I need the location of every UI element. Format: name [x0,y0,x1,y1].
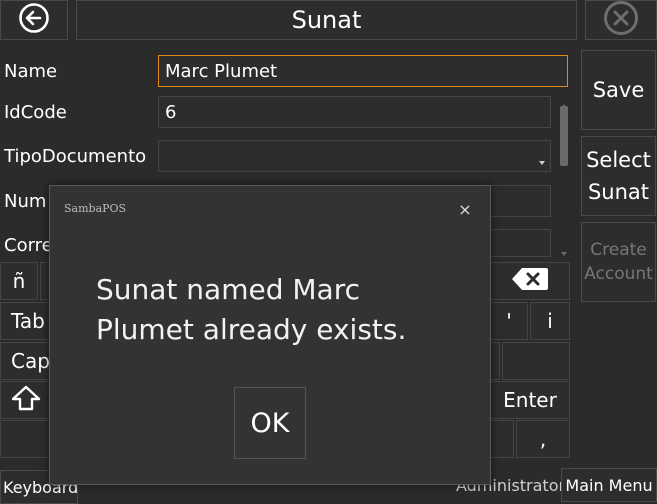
key-comma[interactable]: , [516,420,570,458]
key-apostrophe-label: ' [506,309,512,333]
save-button[interactable]: Save [581,50,656,130]
key-comma-label: , [539,427,547,451]
back-arrow-icon [18,2,50,38]
error-dialog: SambaPOS × Sunat named Marc Plumet alrea… [49,185,491,485]
key-blank-bottom[interactable] [490,420,514,458]
idcode-field[interactable]: 6 [158,96,551,128]
num-label: Num [4,191,47,212]
key-n-tilde-label: ñ [12,269,26,293]
scroll-thumb[interactable] [560,106,568,166]
dialog-close-button[interactable]: × [455,200,475,220]
dialog-message: Sunat named Marc Plumet already exists. [96,273,407,346]
page-title-text: Sunat [291,6,362,34]
tipodocumento-label: TipoDocumento [4,146,147,167]
name-field-value: Marc Plumet [165,60,278,82]
create-account-button-label: Create Account [584,240,653,284]
scroll-up-arrow-icon[interactable] [561,94,567,108]
backspace-icon [510,266,550,297]
key-blank-left[interactable] [0,420,52,458]
idcode-field-value: 6 [165,101,177,123]
select-sunat-button[interactable]: Select Sunat [581,136,656,216]
name-label: Name [4,61,58,82]
shift-arrow-icon [11,385,41,416]
dialog-ok-label: OK [250,407,290,439]
key-i[interactable]: i [530,302,570,340]
back-button[interactable] [0,0,68,40]
page-title: Sunat [76,0,577,40]
tipodocumento-select[interactable] [158,140,551,172]
dialog-app-name: SambaPOS [64,202,127,215]
key-blank-mid[interactable] [490,342,500,380]
form-scrollbar[interactable] [558,92,570,256]
close-button[interactable] [585,0,657,40]
key-i-label: i [547,309,553,333]
main-menu-button-label: Main Menu [565,475,653,495]
key-enter[interactable]: Enter [490,381,570,419]
dialog-ok-button[interactable]: OK [234,387,306,459]
dropdown-arrow-icon [538,151,546,172]
close-circle-icon [603,0,639,40]
name-field[interactable]: Marc Plumet [158,55,568,87]
idcode-label: IdCode [4,102,67,123]
key-caps[interactable]: Cap [0,342,52,380]
select-sunat-button-label: Select Sunat [586,148,651,204]
key-caps-label: Cap [11,349,50,373]
key-backspace[interactable] [490,262,570,300]
save-button-label: Save [592,78,645,102]
key-shift[interactable] [0,381,52,419]
corre-label: Corre [4,235,53,256]
key-tab[interactable]: Tab [0,302,52,340]
key-blank-right[interactable] [502,342,570,380]
scroll-down-arrow-icon[interactable] [561,242,567,256]
create-account-button[interactable]: Create Account [581,222,656,302]
key-enter-label: Enter [503,388,557,412]
main-menu-button[interactable]: Main Menu [561,468,657,502]
key-apostrophe[interactable]: ' [490,302,528,340]
key-tab-label: Tab [11,309,45,333]
key-n-tilde[interactable]: ñ [0,262,38,300]
